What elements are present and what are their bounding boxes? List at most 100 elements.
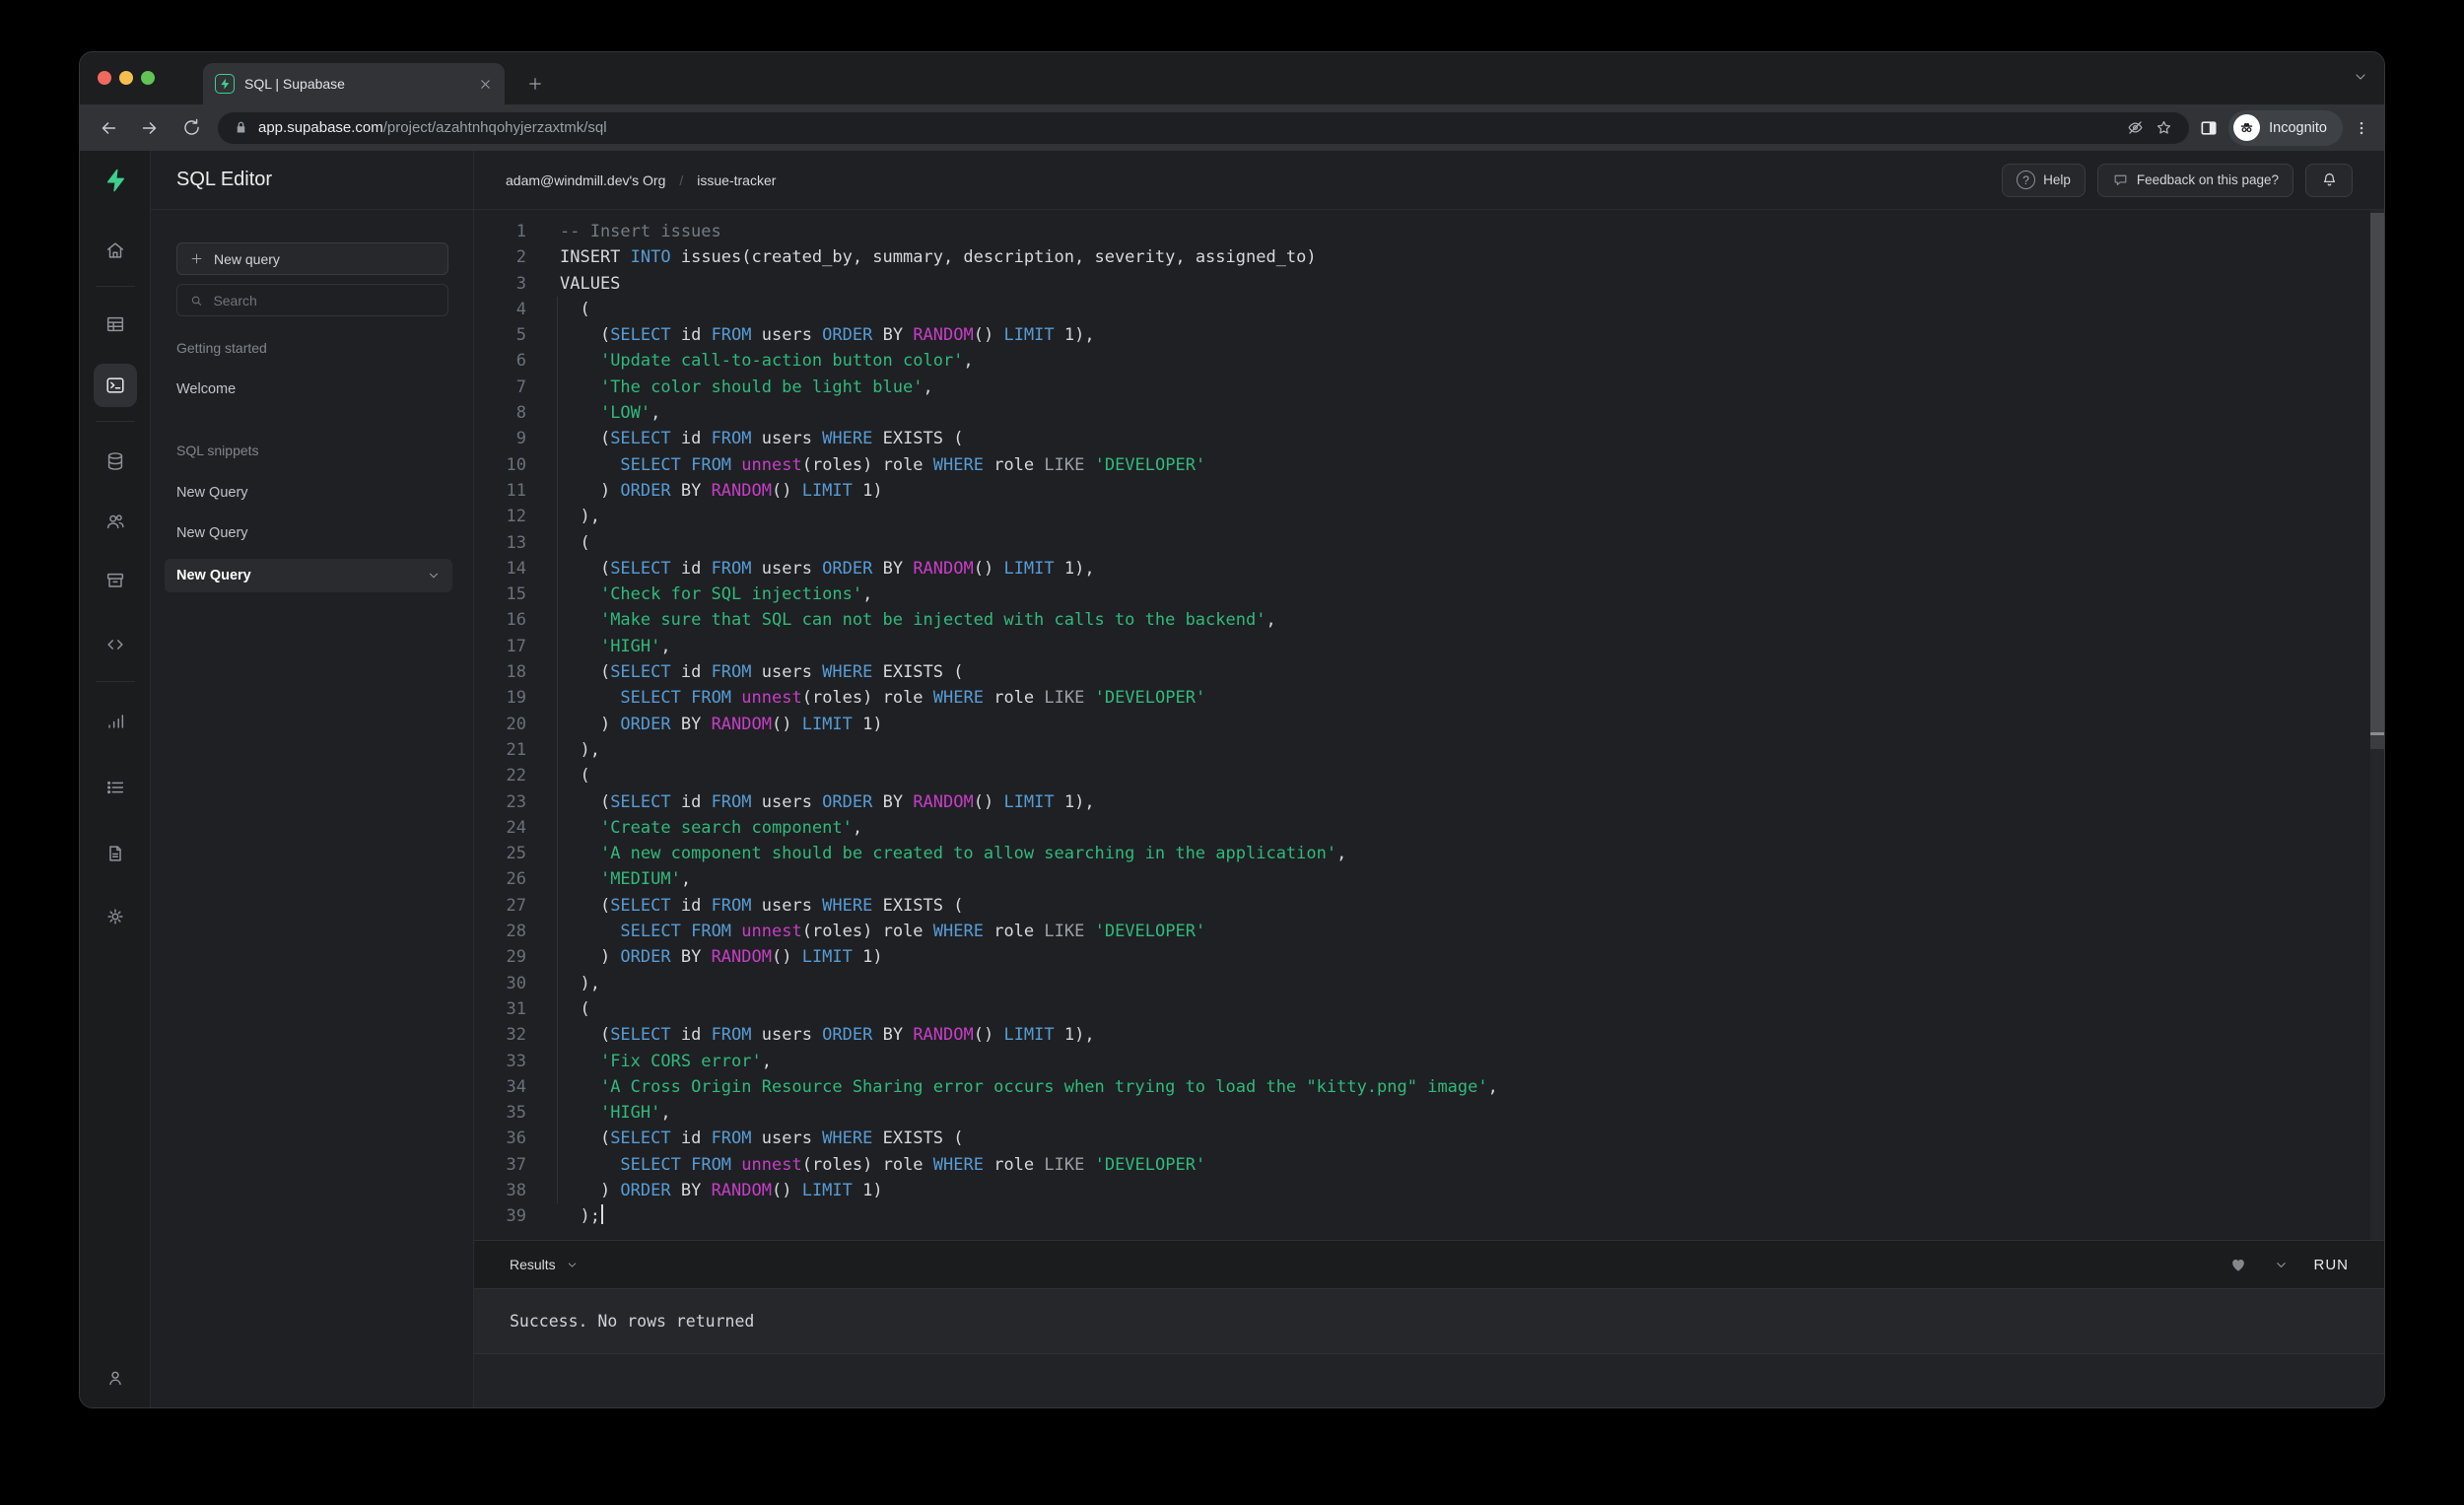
- code-line[interactable]: 17 'HIGH',: [474, 634, 2364, 659]
- code-line[interactable]: 26 'MEDIUM',: [474, 866, 2364, 892]
- code-line[interactable]: 22 (: [474, 763, 2364, 788]
- code-line[interactable]: 21 ),: [474, 737, 2364, 763]
- code-line[interactable]: 18 (SELECT id FROM users WHERE EXISTS (: [474, 659, 2364, 685]
- code-line[interactable]: 10 SELECT FROM unnest(roles) role WHERE …: [474, 452, 2364, 478]
- reports-chart-icon[interactable]: [94, 700, 137, 743]
- code-line[interactable]: 37 SELECT FROM unnest(roles) role WHERE …: [474, 1152, 2364, 1178]
- code-line[interactable]: 4 (: [474, 297, 2364, 322]
- sidebar-item-new-query-1[interactable]: New Query: [176, 485, 248, 501]
- line-number: 39: [506, 1206, 526, 1227]
- code-line[interactable]: 12 ),: [474, 504, 2364, 529]
- code-line[interactable]: 36 (SELECT id FROM users WHERE EXISTS (: [474, 1126, 2364, 1151]
- feedback-button[interactable]: Feedback on this page?: [2096, 163, 2293, 197]
- eye-off-icon[interactable]: [2126, 118, 2145, 137]
- line-content: 'The color should be light blue',: [599, 376, 933, 397]
- sql-editor-code[interactable]: 1 -- Insert issues 2 INSERT INTO issues(cre…: [474, 210, 2384, 1240]
- code-line[interactable]: 19 SELECT FROM unnest(roles) role WHERE …: [474, 685, 2364, 711]
- code-line[interactable]: 39 );: [474, 1203, 2364, 1229]
- code-line[interactable]: 3 VALUES: [474, 271, 2364, 297]
- code-line[interactable]: 16 'Make sure that SQL can not be inject…: [474, 607, 2364, 633]
- code-line[interactable]: 25 'A new component should be created to…: [474, 841, 2364, 866]
- code-line[interactable]: 38 ) ORDER BY RANDOM() LIMIT 1): [474, 1178, 2364, 1203]
- line-number: 22: [506, 766, 526, 787]
- code-line[interactable]: 31 (: [474, 996, 2364, 1022]
- code-line[interactable]: 14 (SELECT id FROM users ORDER BY RANDOM…: [474, 556, 2364, 581]
- code-line[interactable]: 27 (SELECT id FROM users WHERE EXISTS (: [474, 893, 2364, 919]
- code-line[interactable]: 1 -- Insert issues: [474, 219, 2364, 244]
- line-number: 31: [506, 998, 526, 1019]
- reload-icon[interactable]: [171, 108, 212, 148]
- code-line[interactable]: 20 ) ORDER BY RANDOM() LIMIT 1): [474, 712, 2364, 737]
- supabase-logo[interactable]: [94, 159, 137, 202]
- code-line[interactable]: 24 'Create search component',: [474, 815, 2364, 841]
- back-icon[interactable]: [88, 108, 129, 148]
- auth-users-icon[interactable]: [94, 500, 137, 543]
- search-input[interactable]: [213, 292, 436, 308]
- api-code-icon[interactable]: [94, 623, 137, 666]
- database-icon[interactable]: [94, 440, 137, 483]
- close-tab-icon[interactable]: [478, 77, 493, 92]
- browser-tab[interactable]: SQL | Supabase: [203, 63, 505, 104]
- minimize-window-button[interactable]: [119, 71, 133, 85]
- code-line[interactable]: 33 'Fix CORS error',: [474, 1049, 2364, 1074]
- code-line[interactable]: 5 (SELECT id FROM users ORDER BY RANDOM(…: [474, 322, 2364, 348]
- chevron-down-icon[interactable]: [427, 569, 441, 582]
- code-line[interactable]: 32 (SELECT id FROM users ORDER BY RANDOM…: [474, 1022, 2364, 1048]
- url-bar[interactable]: app.supabase.com/project/azahtnhqohyjerz…: [218, 111, 2190, 144]
- line-number: 34: [506, 1076, 526, 1097]
- bookmark-star-icon[interactable]: [2155, 118, 2173, 137]
- code-line[interactable]: 6 'Update call-to-action button color',: [474, 348, 2364, 374]
- code-line[interactable]: 7 'The color should be light blue',: [474, 375, 2364, 400]
- code-line[interactable]: 2 INSERT INTO issues(created_by, summary,…: [474, 244, 2364, 270]
- code-line[interactable]: 13 (: [474, 530, 2364, 556]
- storage-archive-icon[interactable]: [94, 559, 137, 602]
- line-content: (: [560, 532, 590, 553]
- chevron-down-icon[interactable]: [2274, 1258, 2289, 1272]
- notifications-button[interactable]: [2305, 163, 2353, 197]
- logs-list-icon[interactable]: [94, 766, 137, 809]
- code-line[interactable]: 9 (SELECT id FROM users WHERE EXISTS (: [474, 426, 2364, 451]
- code-line[interactable]: 30 ),: [474, 971, 2364, 996]
- zoom-window-button[interactable]: [141, 71, 155, 85]
- editor-scrollbar[interactable]: [2370, 210, 2384, 1240]
- sidebar-item-new-query-2[interactable]: New Query: [176, 525, 248, 541]
- code-line[interactable]: 23 (SELECT id FROM users ORDER BY RANDOM…: [474, 789, 2364, 815]
- results-dropdown[interactable]: Results: [510, 1257, 579, 1272]
- code-line[interactable]: 8 'LOW',: [474, 400, 2364, 426]
- help-button[interactable]: ? Help: [2002, 163, 2086, 197]
- code-line[interactable]: 28 SELECT FROM unnest(roles) role WHERE …: [474, 919, 2364, 944]
- side-panel-icon[interactable]: [2199, 118, 2219, 138]
- run-button[interactable]: RUN: [2314, 1257, 2350, 1273]
- line-number: 9: [515, 429, 526, 449]
- new-tab-button[interactable]: [515, 64, 555, 103]
- code-line[interactable]: 29 ) ORDER BY RANDOM() LIMIT 1): [474, 944, 2364, 970]
- close-window-button[interactable]: [98, 71, 111, 85]
- sql-editor-sidebar: SQL Editor New query Getting started Wel…: [151, 151, 474, 1407]
- line-content: ) ORDER BY RANDOM() LIMIT 1): [560, 1180, 883, 1200]
- scrollbar-thumb[interactable]: [2370, 213, 2384, 732]
- account-person-icon[interactable]: [94, 1356, 137, 1400]
- new-query-button[interactable]: New query: [176, 242, 448, 275]
- line-content: ),: [560, 507, 600, 527]
- line-number: 20: [506, 714, 526, 734]
- favorite-heart-icon[interactable]: [2228, 1255, 2248, 1274]
- sidebar-item-new-query-active[interactable]: New Query: [165, 559, 452, 592]
- forward-icon[interactable]: [129, 108, 171, 148]
- sidebar-item-welcome[interactable]: Welcome: [176, 381, 236, 397]
- breadcrumb-project[interactable]: issue-tracker: [697, 172, 776, 188]
- settings-gear-icon[interactable]: [94, 895, 137, 938]
- code-line[interactable]: 11 ) ORDER BY RANDOM() LIMIT 1): [474, 478, 2364, 504]
- menu-dots-icon[interactable]: [2353, 119, 2370, 137]
- code-line[interactable]: 34 'A Cross Origin Resource Sharing erro…: [474, 1074, 2364, 1100]
- breadcrumb-org[interactable]: adam@windmill.dev's Org: [506, 172, 665, 188]
- app-content: SQL Editor New query Getting started Wel…: [80, 151, 2384, 1407]
- tab-search-chevron-icon[interactable]: [2353, 69, 2368, 85]
- home-icon[interactable]: [94, 229, 137, 272]
- code-line[interactable]: 35 'HIGH',: [474, 1100, 2364, 1126]
- sql-editor-terminal-icon[interactable]: [94, 364, 137, 407]
- docs-file-icon[interactable]: [94, 832, 137, 875]
- code-line[interactable]: 15 'Check for SQL injections',: [474, 581, 2364, 607]
- line-content: (SELECT id FROM users WHERE EXISTS (: [560, 895, 964, 916]
- table-editor-icon[interactable]: [94, 303, 137, 346]
- line-content: SELECT FROM unnest(roles) role WHERE rol…: [620, 1154, 1206, 1175]
